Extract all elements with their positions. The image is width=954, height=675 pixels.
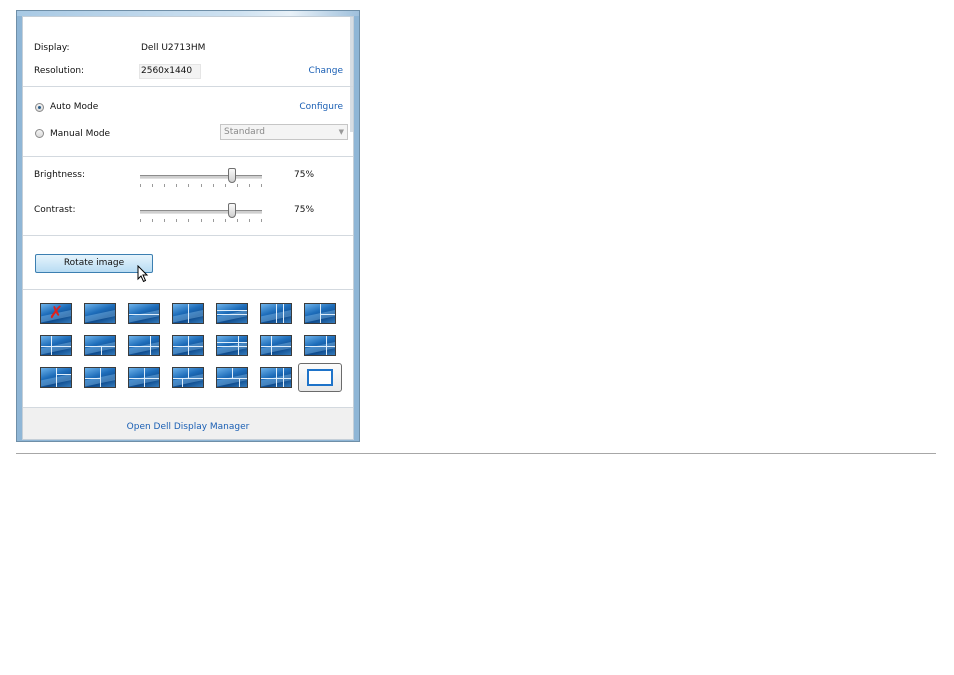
slider-tick [225,184,226,187]
configure-link[interactable]: Configure [299,102,343,113]
layout-preset-tile[interactable] [40,367,72,388]
layout-preset-tile[interactable]: ✗ [40,303,72,324]
layout-preset-tile[interactable] [128,367,160,388]
slider-tick [188,219,189,222]
contrast-slider-track [140,210,262,214]
brightness-slider-thumb[interactable] [228,168,236,183]
contrast-slider[interactable] [140,203,262,224]
contrast-label: Contrast: [34,205,76,215]
slider-tick [201,219,202,222]
slider-tick [140,184,141,187]
layout-preset-tile[interactable] [260,303,292,324]
scrollbar[interactable] [350,17,353,132]
brightness-value: 75% [294,170,315,180]
slider-tick [225,219,226,222]
layout-preset-tile[interactable] [216,367,248,388]
auto-mode-label[interactable]: Auto Mode [50,102,98,113]
brightness-label: Brightness: [34,170,85,180]
layout-preset-tile[interactable] [40,335,72,356]
red-x-icon: ✗ [48,303,64,323]
slider-tick [201,184,202,187]
display-manager-panel: Display: Dell U2713HM Resolution: 2560x1… [22,16,354,440]
manual-mode-label[interactable]: Manual Mode [50,129,110,140]
layout-preset-tile[interactable] [84,367,116,388]
layout-preset-tile[interactable] [260,335,292,356]
rotate-image-button[interactable]: Rotate image [35,254,153,273]
manual-mode-radio[interactable] [35,129,44,138]
layout-preset-tile[interactable] [260,367,292,388]
slider-tick [249,219,250,222]
layout-preset-tile[interactable] [172,303,204,324]
dialog-window: Display: Dell U2713HM Resolution: 2560x1… [16,10,360,442]
layout-preset-tile[interactable] [128,335,160,356]
auto-mode-radio[interactable] [35,103,44,112]
resolution-value: 2560x1440 [141,66,193,76]
preset-mode-value: Standard [224,127,265,137]
footer: Open Dell Display Manager [23,407,353,439]
layout-preset-tile[interactable] [216,303,248,324]
brightness-slider[interactable] [140,168,262,189]
display-model-value: Dell U2713HM [141,43,206,53]
separator [23,235,353,236]
layout-preset-tile[interactable] [216,335,248,356]
layout-preset-tile[interactable] [172,367,204,388]
layout-preset-tile[interactable] [304,303,336,324]
preset-mode-select[interactable]: Standard ▼ [220,124,348,140]
brightness-slider-track [140,175,262,179]
slider-tick [164,219,165,222]
separator [23,156,353,157]
slider-tick [176,219,177,222]
slider-tick [237,219,238,222]
slider-tick [261,219,262,222]
arrow-cursor-icon [137,265,149,283]
slider-tick [176,184,177,187]
slider-tick [213,184,214,187]
slider-tick [164,184,165,187]
slider-tick [261,184,262,187]
layout-preset-tile[interactable] [172,335,204,356]
slider-tick [152,219,153,222]
slider-tick [188,184,189,187]
slider-tick [213,219,214,222]
slider-tick [237,184,238,187]
pip-layout-icon [307,369,333,386]
separator [23,289,353,290]
resolution-label: Resolution: [34,66,85,76]
layout-preset-tile[interactable] [128,303,160,324]
contrast-value: 75% [294,205,315,215]
layout-preset-tile[interactable] [84,303,116,324]
page-divider [16,453,936,454]
layout-preset-selected[interactable] [298,363,342,392]
display-label: Display: [34,43,70,53]
slider-tick [249,184,250,187]
contrast-slider-thumb[interactable] [228,203,236,218]
layout-preset-tile[interactable] [84,335,116,356]
open-display-manager-link[interactable]: Open Dell Display Manager [23,422,353,432]
slider-tick [152,184,153,187]
slider-tick [140,219,141,222]
separator [23,86,353,87]
change-resolution-link[interactable]: Change [309,66,343,77]
chevron-down-icon: ▼ [338,128,344,136]
layout-preset-tile[interactable] [304,335,336,356]
